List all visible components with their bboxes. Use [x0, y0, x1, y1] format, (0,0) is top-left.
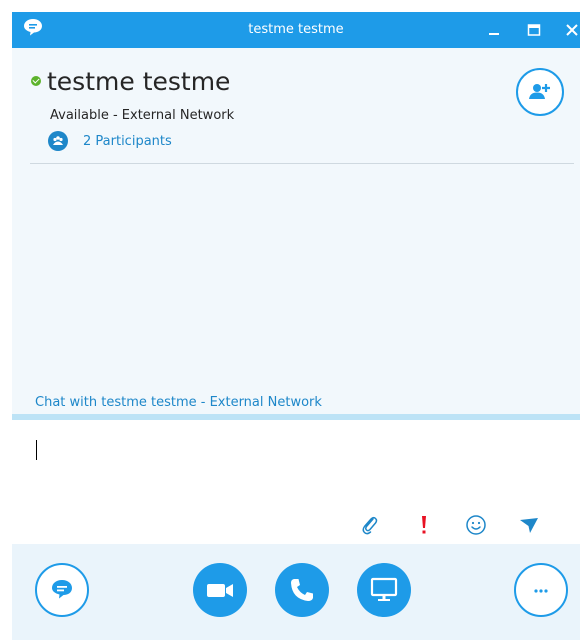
message-input[interactable] [26, 434, 566, 494]
participants-count: 2 Participants [83, 133, 172, 149]
maximize-icon[interactable] [524, 20, 544, 40]
participants-icon [48, 131, 68, 151]
presence-available-icon [31, 76, 41, 86]
monitor-icon[interactable] [356, 562, 412, 618]
instant-message-icon[interactable] [34, 562, 90, 618]
participants-link[interactable]: 2 Participants [48, 131, 172, 151]
more-options-icon[interactable] [513, 562, 569, 618]
action-bar [12, 544, 580, 640]
close-icon[interactable] [562, 20, 580, 40]
compose-area [12, 420, 580, 544]
paperclip-icon[interactable] [358, 513, 382, 537]
add-person-icon[interactable] [515, 67, 565, 117]
smiley-icon[interactable] [464, 513, 488, 537]
contact-name: testme testme [47, 67, 231, 96]
video-camera-icon[interactable] [192, 562, 248, 618]
header-divider [30, 163, 574, 164]
send-arrow-icon[interactable] [517, 513, 541, 537]
text-caret [36, 440, 37, 460]
minimize-icon[interactable] [484, 20, 504, 40]
chat-with-label: Chat with testme testme - External Netwo… [35, 395, 322, 410]
conversation-window: testme testme testme testme Available - … [12, 12, 580, 640]
title-bar[interactable]: testme testme [12, 12, 580, 48]
exclamation-icon[interactable] [412, 513, 436, 537]
phone-icon[interactable] [274, 562, 330, 618]
contact-status: Available - External Network [50, 108, 235, 123]
